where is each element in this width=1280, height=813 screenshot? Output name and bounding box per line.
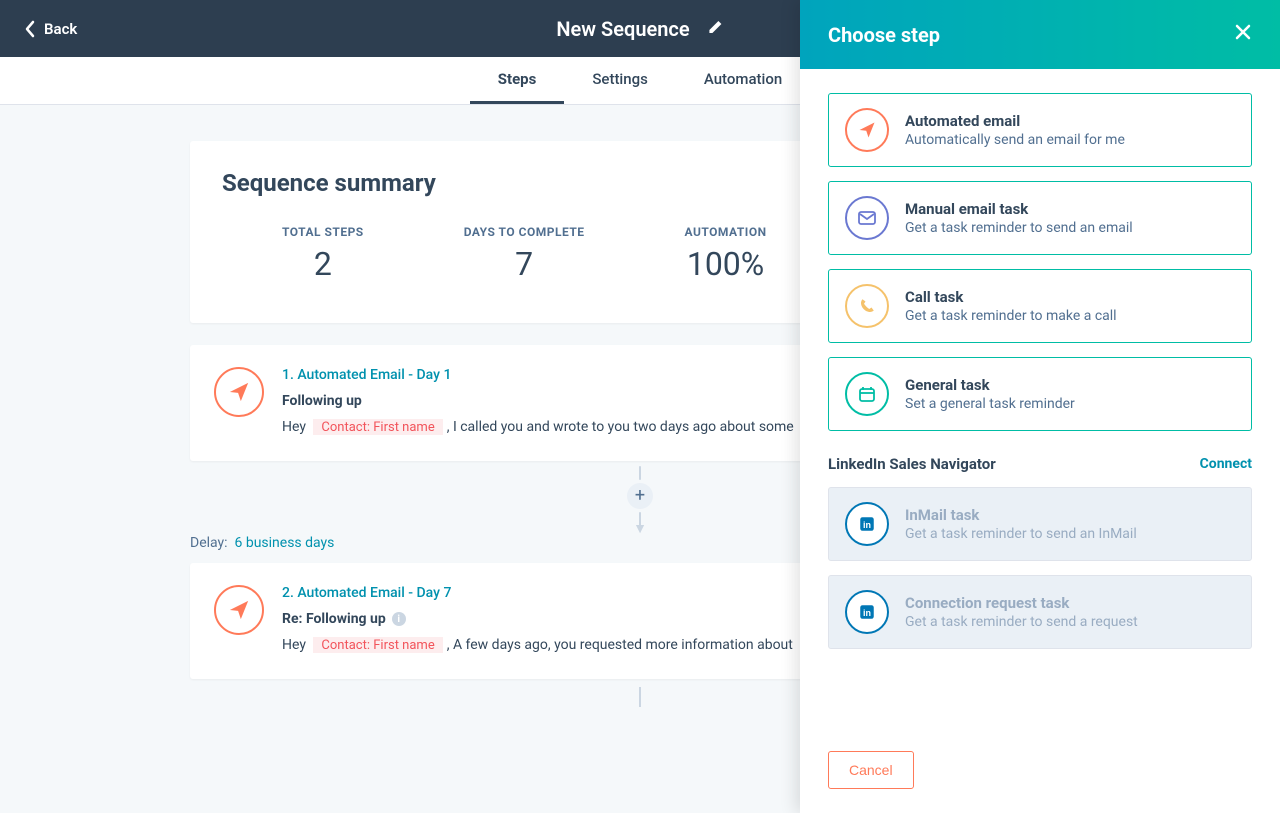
connector-line (639, 687, 641, 707)
stat-days: DAYS TO COMPLETE 7 (464, 225, 585, 283)
option-title: Manual email task (905, 200, 1133, 218)
option-desc: Get a task reminder to send an email (905, 220, 1133, 236)
calendar-icon (845, 372, 889, 416)
add-step-button[interactable]: + (627, 483, 653, 509)
option-desc: Get a task reminder to make a call (905, 308, 1117, 324)
close-icon[interactable] (1234, 23, 1252, 46)
linkedin-heading: LinkedIn Sales Navigator (828, 455, 996, 473)
linkedin-icon: in (845, 590, 889, 634)
option-call-task[interactable]: Call task Get a task reminder to make a … (828, 269, 1252, 343)
option-desc: Set a general task reminder (905, 396, 1075, 412)
edit-icon[interactable] (708, 19, 724, 39)
page-title: New Sequence (556, 17, 689, 41)
option-manual-email[interactable]: Manual email task Get a task reminder to… (828, 181, 1252, 255)
panel-title: Choose step (828, 23, 940, 47)
option-title: Connection request task (905, 594, 1138, 612)
paper-plane-icon (214, 367, 264, 417)
stat-value: 7 (464, 245, 585, 283)
envelope-icon (845, 196, 889, 240)
connector-line (639, 512, 641, 526)
svg-text:in: in (863, 520, 871, 530)
option-connection-request: in Connection request task Get a task re… (828, 575, 1252, 649)
info-icon[interactable]: i (392, 612, 406, 626)
option-inmail-task: in InMail task Get a task reminder to se… (828, 487, 1252, 561)
stat-label: AUTOMATION (685, 225, 767, 239)
stat-value: 2 (282, 245, 364, 283)
stat-value: 100% (685, 245, 767, 283)
back-button[interactable]: Back (24, 20, 77, 38)
option-title: General task (905, 376, 1075, 394)
tab-settings[interactable]: Settings (564, 57, 676, 104)
connector-line (639, 466, 641, 480)
connect-link[interactable]: Connect (1200, 456, 1252, 472)
option-desc: Get a task reminder to send an InMail (905, 526, 1137, 542)
phone-icon (845, 284, 889, 328)
option-title: Call task (905, 288, 1117, 306)
option-text: Automated email Automatically send an em… (905, 112, 1125, 148)
option-text: Connection request task Get a task remin… (905, 594, 1138, 630)
option-automated-email[interactable]: Automated email Automatically send an em… (828, 93, 1252, 167)
option-title: InMail task (905, 506, 1137, 524)
back-label: Back (44, 20, 77, 38)
option-text: General task Set a general task reminder (905, 376, 1075, 412)
linkedin-icon: in (845, 502, 889, 546)
chevron-left-icon (24, 20, 36, 38)
linkedin-header: LinkedIn Sales Navigator Connect (828, 455, 1252, 473)
panel-footer: Cancel (800, 731, 1280, 813)
option-general-task[interactable]: General task Set a general task reminder (828, 357, 1252, 431)
cancel-button[interactable]: Cancel (828, 751, 914, 789)
tab-steps[interactable]: Steps (470, 57, 565, 104)
panel-header: Choose step (800, 0, 1280, 69)
merge-token: Contact: First name (313, 419, 442, 435)
panel-body: Automated email Automatically send an em… (800, 69, 1280, 731)
stat-label: DAYS TO COMPLETE (464, 225, 585, 239)
option-text: Call task Get a task reminder to make a … (905, 288, 1117, 324)
paper-plane-icon (214, 585, 264, 635)
svg-text:in: in (863, 608, 871, 618)
option-title: Automated email (905, 112, 1125, 130)
choose-step-panel: Choose step Automated email Automaticall… (800, 0, 1280, 813)
option-desc: Automatically send an email for me (905, 132, 1125, 148)
stat-total-steps: TOTAL STEPS 2 (282, 225, 364, 283)
option-desc: Get a task reminder to send a request (905, 614, 1138, 630)
option-text: InMail task Get a task reminder to send … (905, 506, 1137, 542)
stat-label: TOTAL STEPS (282, 225, 364, 239)
paper-plane-icon (845, 108, 889, 152)
tab-automation[interactable]: Automation (676, 57, 810, 104)
stat-automation: AUTOMATION 100% (685, 225, 767, 283)
merge-token: Contact: First name (313, 637, 442, 653)
option-text: Manual email task Get a task reminder to… (905, 200, 1133, 236)
title-wrap: New Sequence (556, 17, 723, 41)
